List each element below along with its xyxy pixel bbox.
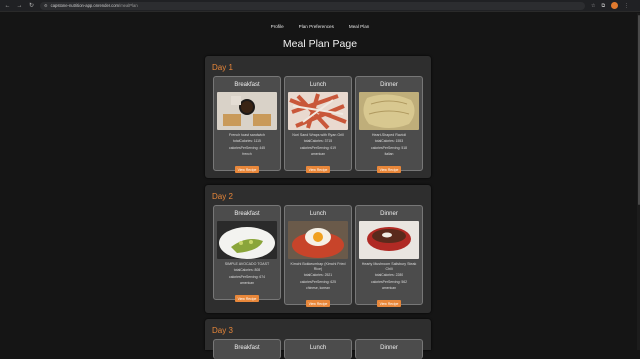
day-title: Day 1 (212, 63, 233, 72)
meal-type: Breakfast (234, 345, 260, 351)
day-card: Day 1 Breakfast French toast sandwich to… (205, 56, 431, 178)
profile-avatar[interactable] (611, 2, 619, 9)
day-title: Day 2 (212, 192, 233, 201)
recipe-image (288, 221, 348, 259)
menu-icon[interactable]: ⋮ (624, 3, 629, 9)
meal-type: Dinner (380, 211, 398, 217)
page-title: Meal Plan Page (282, 38, 358, 50)
address-bar[interactable]: ⚙ capstone-nutrition-app.onrender.com/me… (40, 1, 585, 10)
recipe-name: Hearty Mushroom Salisbury Steak Chili (361, 262, 417, 271)
recipe-image (217, 92, 277, 130)
browser-toolbar: ← → ↻ ⚙ capstone-nutrition-app.onrender.… (0, 0, 640, 12)
day-card: Day 2 Breakfast SIMPLE AVOCADO TOAST tot… (205, 185, 431, 313)
calories-per-serving: caloriesPerServing: 625 (300, 279, 336, 284)
calories-per-serving: caloriesPerServing: 518 (371, 145, 407, 150)
view-recipe-button[interactable]: View Recipe (305, 300, 331, 308)
url-path: /mealPlan (119, 3, 138, 8)
meal-card-dinner: Dinner (355, 339, 423, 359)
calories-per-serving: caloriesPerServing: 445 (229, 145, 265, 150)
recipe-image (359, 92, 419, 130)
day-card: Day 3 Breakfast Lunch Dinner (205, 319, 431, 359)
cuisine: american (311, 152, 325, 157)
meal-type: Dinner (380, 82, 398, 88)
total-calories: totalCalories: 1115 (233, 139, 261, 143)
meal-type: Lunch (309, 82, 327, 88)
meal-type: Dinner (380, 345, 398, 351)
total-calories: totalCalories: 2280 (374, 273, 404, 277)
meal-card-lunch: Lunch (284, 339, 352, 359)
meal-card-lunch: Lunch Kimchi Bokkeumbap (Kimchi Fried Ri… (284, 205, 352, 308)
nav-profile[interactable]: Profile (271, 24, 284, 29)
recipe-name: Kimchi Bokkeumbap (Kimchi Fried Rice) (290, 262, 346, 271)
meal-card-lunch: Lunch Nori Sand Wraps with Ryan Grill to… (284, 76, 352, 174)
extensions-icon[interactable]: ⧉ (601, 3, 605, 9)
cuisine: chinese, korean (306, 286, 330, 291)
cuisine: italian (384, 152, 394, 157)
day-title: Day 3 (212, 326, 233, 335)
meal-card-dinner: Dinner Hearty Mushroom Salisbury Steak C… (355, 205, 423, 308)
nav-meal-plan[interactable]: Meal Plan (349, 24, 369, 29)
back-icon[interactable]: ← (3, 1, 12, 10)
meal-card-dinner: Dinner Heart-Shaped Ravioli totalCalorie… (355, 76, 423, 174)
nav-plan-preferences[interactable]: Plan Preferences (299, 24, 334, 29)
meal-card-breakfast: Breakfast SIMPLE AVOCADO TOAST totalCalo… (213, 205, 281, 303)
recipe-image (288, 92, 348, 130)
total-calories: totalCalories: 2521 (303, 273, 333, 277)
calories-per-serving: caloriesPerServing: 619 (300, 145, 336, 150)
browser-actions: ☆ ⧉ ⋮ (591, 2, 629, 9)
recipe-image (359, 221, 419, 259)
total-calories: totalCalories: 3715 (303, 139, 333, 143)
meal-type: Breakfast (234, 82, 260, 88)
total-calories: totalCalories: 808 (233, 268, 261, 272)
site-info-icon[interactable]: ⚙ (44, 3, 48, 8)
meal-card-breakfast: Breakfast French toast sandwich totalCal… (213, 76, 281, 174)
view-recipe-button[interactable]: View Recipe (305, 166, 331, 174)
view-recipe-button[interactable]: View Recipe (376, 300, 402, 308)
forward-icon[interactable]: → (15, 1, 24, 10)
calories-per-serving: caloriesPerServing: 674 (229, 274, 265, 279)
reload-icon[interactable]: ↻ (27, 1, 36, 10)
view-recipe-button[interactable]: View Recipe (376, 166, 402, 174)
cuisine: american (382, 286, 396, 291)
app-nav: Profile Plan Preferences Meal Plan (0, 24, 640, 29)
view-recipe-button[interactable]: View Recipe (234, 295, 260, 303)
total-calories: totalCalories: 1553 (374, 139, 404, 143)
view-recipe-button[interactable]: View Recipe (234, 166, 260, 174)
bookmark-icon[interactable]: ☆ (591, 3, 595, 9)
cuisine: french (242, 152, 252, 157)
meal-type: Lunch (309, 345, 327, 351)
meal-card-breakfast: Breakfast (213, 339, 281, 359)
meal-type: Breakfast (234, 211, 260, 217)
calories-per-serving: caloriesPerServing: 562 (371, 279, 407, 284)
url-host: capstone-nutrition-app.onrender.com (50, 3, 120, 8)
scrollbar-thumb[interactable] (637, 15, 640, 205)
cuisine: american (240, 281, 254, 286)
meal-type: Lunch (309, 211, 327, 217)
recipe-image (217, 221, 277, 259)
